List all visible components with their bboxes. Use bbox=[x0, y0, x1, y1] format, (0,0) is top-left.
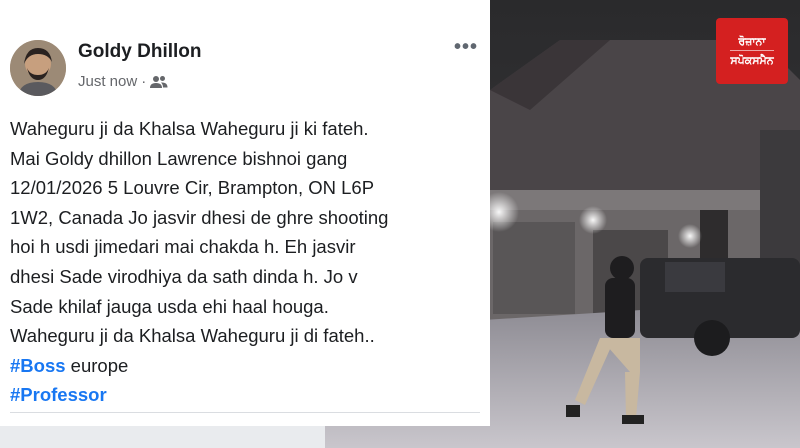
friends-icon[interactable] bbox=[150, 75, 168, 89]
post-line: Sade khilaf jauga usda ehi haal houga. bbox=[10, 295, 329, 317]
post-line: 12/01/2026 5 Louvre Cir, Brampton, ON L6… bbox=[10, 177, 375, 199]
logo-line2: ਸਪੋਕਸਮੈਨ bbox=[730, 49, 774, 69]
avatar[interactable] bbox=[10, 40, 66, 96]
post-text: Waheguru ji da Khalsa Waheguru ji ki fat… bbox=[10, 114, 480, 410]
post-line: 1W2, Canada Jo jasvir dhesi de ghre shoo… bbox=[10, 206, 389, 228]
post-line: Waheguru ji da Khalsa Waheguru ji di fat… bbox=[10, 325, 375, 347]
hashtag-suffix: europe bbox=[65, 354, 129, 376]
post-divider bbox=[10, 412, 480, 413]
post-line: Mai Goldy dhillon Lawrence bishnoi gang bbox=[10, 147, 348, 169]
hashtag-link-boss[interactable]: #Boss bbox=[10, 355, 66, 376]
post-author-name[interactable]: Goldy Dhillon bbox=[78, 41, 202, 63]
meta-separator: · bbox=[141, 73, 147, 90]
hashtag-link-professor[interactable]: #Professor bbox=[10, 384, 107, 405]
more-options-icon[interactable]: ••• bbox=[454, 36, 478, 59]
post-card: Goldy Dhillon Just now · ••• Waheguru ji… bbox=[0, 0, 490, 426]
channel-logo: ਰੋਜ਼ਾਨਾ ਸਪੋਕਸਮੈਨ bbox=[716, 18, 788, 84]
post-meta: Just now · bbox=[78, 73, 168, 90]
post-line: Waheguru ji da Khalsa Waheguru ji ki fat… bbox=[10, 118, 369, 139]
post-line: hoi h usdi jimedari mai chakda h. Eh jas… bbox=[10, 236, 356, 258]
hashtag-line: #Professor bbox=[10, 380, 480, 410]
logo-line1: ਰੋਜ਼ਾਨਾ bbox=[738, 34, 766, 48]
post-line: dhesi Sade virodhiya da sath dinda h. Jo… bbox=[10, 265, 358, 287]
hashtag-line: #Boss europe bbox=[10, 351, 480, 381]
post-timestamp[interactable]: Just now bbox=[78, 73, 137, 90]
